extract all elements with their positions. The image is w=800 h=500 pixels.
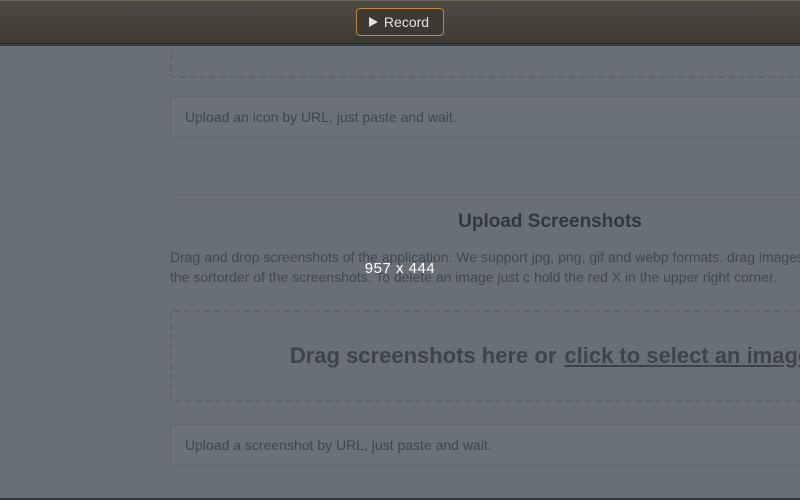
overlay-dimensions-label: 957 x 444	[365, 260, 435, 277]
top-toolbar: Record	[0, 0, 800, 44]
record-button-label: Record	[384, 14, 429, 30]
play-icon	[369, 17, 378, 27]
record-button[interactable]: Record	[356, 8, 444, 36]
dim-overlay[interactable]: 957 x 444	[0, 44, 800, 500]
